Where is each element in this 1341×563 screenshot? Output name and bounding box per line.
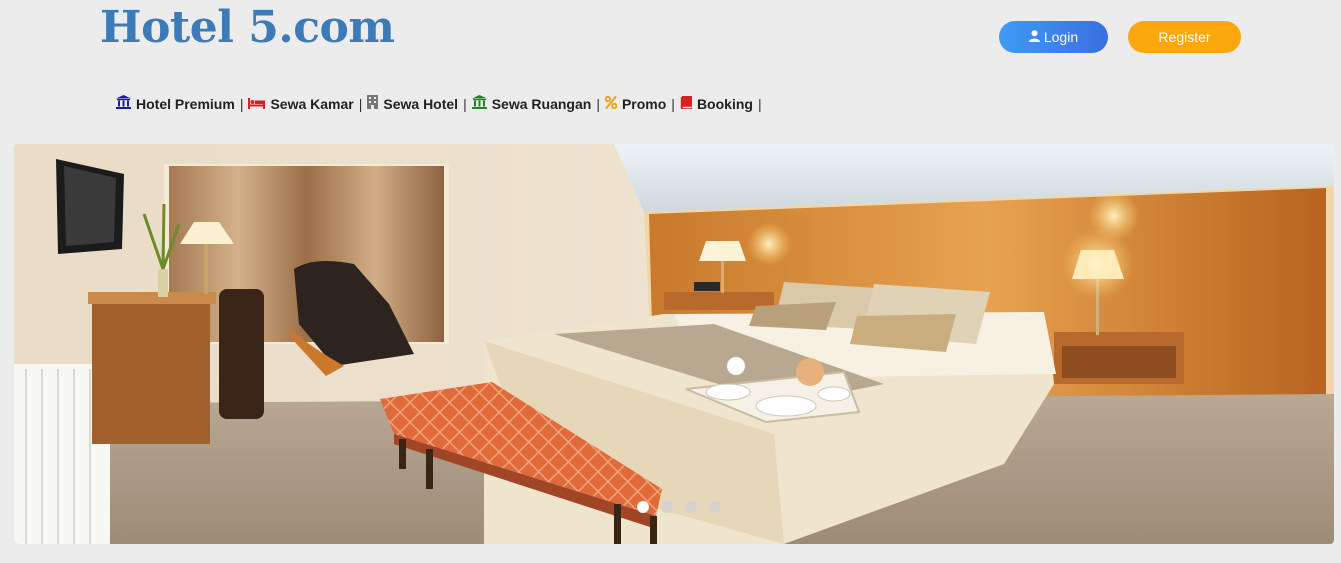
nav-item-hotel-premium[interactable]: Hotel Premium [116,95,235,112]
carousel-indicators [637,501,721,513]
nav-label: Hotel Premium [136,95,235,112]
carousel-dot-4[interactable] [709,501,721,513]
login-button[interactable]: Login [999,21,1108,53]
nav-separator: | [463,95,467,112]
nav-item-promo[interactable]: Promo [604,95,667,112]
percent-icon [604,95,618,112]
nav-separator: | [239,95,244,112]
bank-icon [471,95,487,112]
nav-label: Sewa Ruangan [491,95,592,112]
carousel-dot-2[interactable] [661,501,673,513]
nav-item-booking[interactable]: Booking [680,94,753,112]
nav-item-sewa-ruangan[interactable]: Sewa Ruangan [471,95,592,112]
login-label: Login [1043,29,1079,45]
nav-separator: | [358,95,363,112]
main-nav: Hotel Premium | Sewa Kamar | Sewa Hotel … [116,94,767,112]
bank-icon [116,95,131,112]
hotel-room-image [14,144,1334,544]
nav-separator: | [671,95,675,112]
nav-label: Sewa Hotel [383,95,459,112]
user-icon [1028,29,1040,45]
nav-separator: | [596,95,600,112]
carousel-dot-3[interactable] [685,501,697,513]
nav-separator: | [757,95,762,112]
register-button[interactable]: Register [1128,21,1241,53]
nav-item-sewa-kamar[interactable]: Sewa Kamar [248,95,354,112]
nav-label: Promo [621,95,667,112]
building-icon [367,95,379,112]
nav-item-sewa-hotel[interactable]: Sewa Hotel [367,95,458,112]
site-logo[interactable]: Hotel 5.com [100,2,395,53]
hero-carousel[interactable] [14,144,1334,544]
nav-label: Sewa Kamar [270,95,354,112]
book-icon [680,94,693,112]
bed-icon [248,96,266,112]
carousel-dot-1[interactable] [637,501,649,513]
nav-label: Booking [696,95,753,112]
